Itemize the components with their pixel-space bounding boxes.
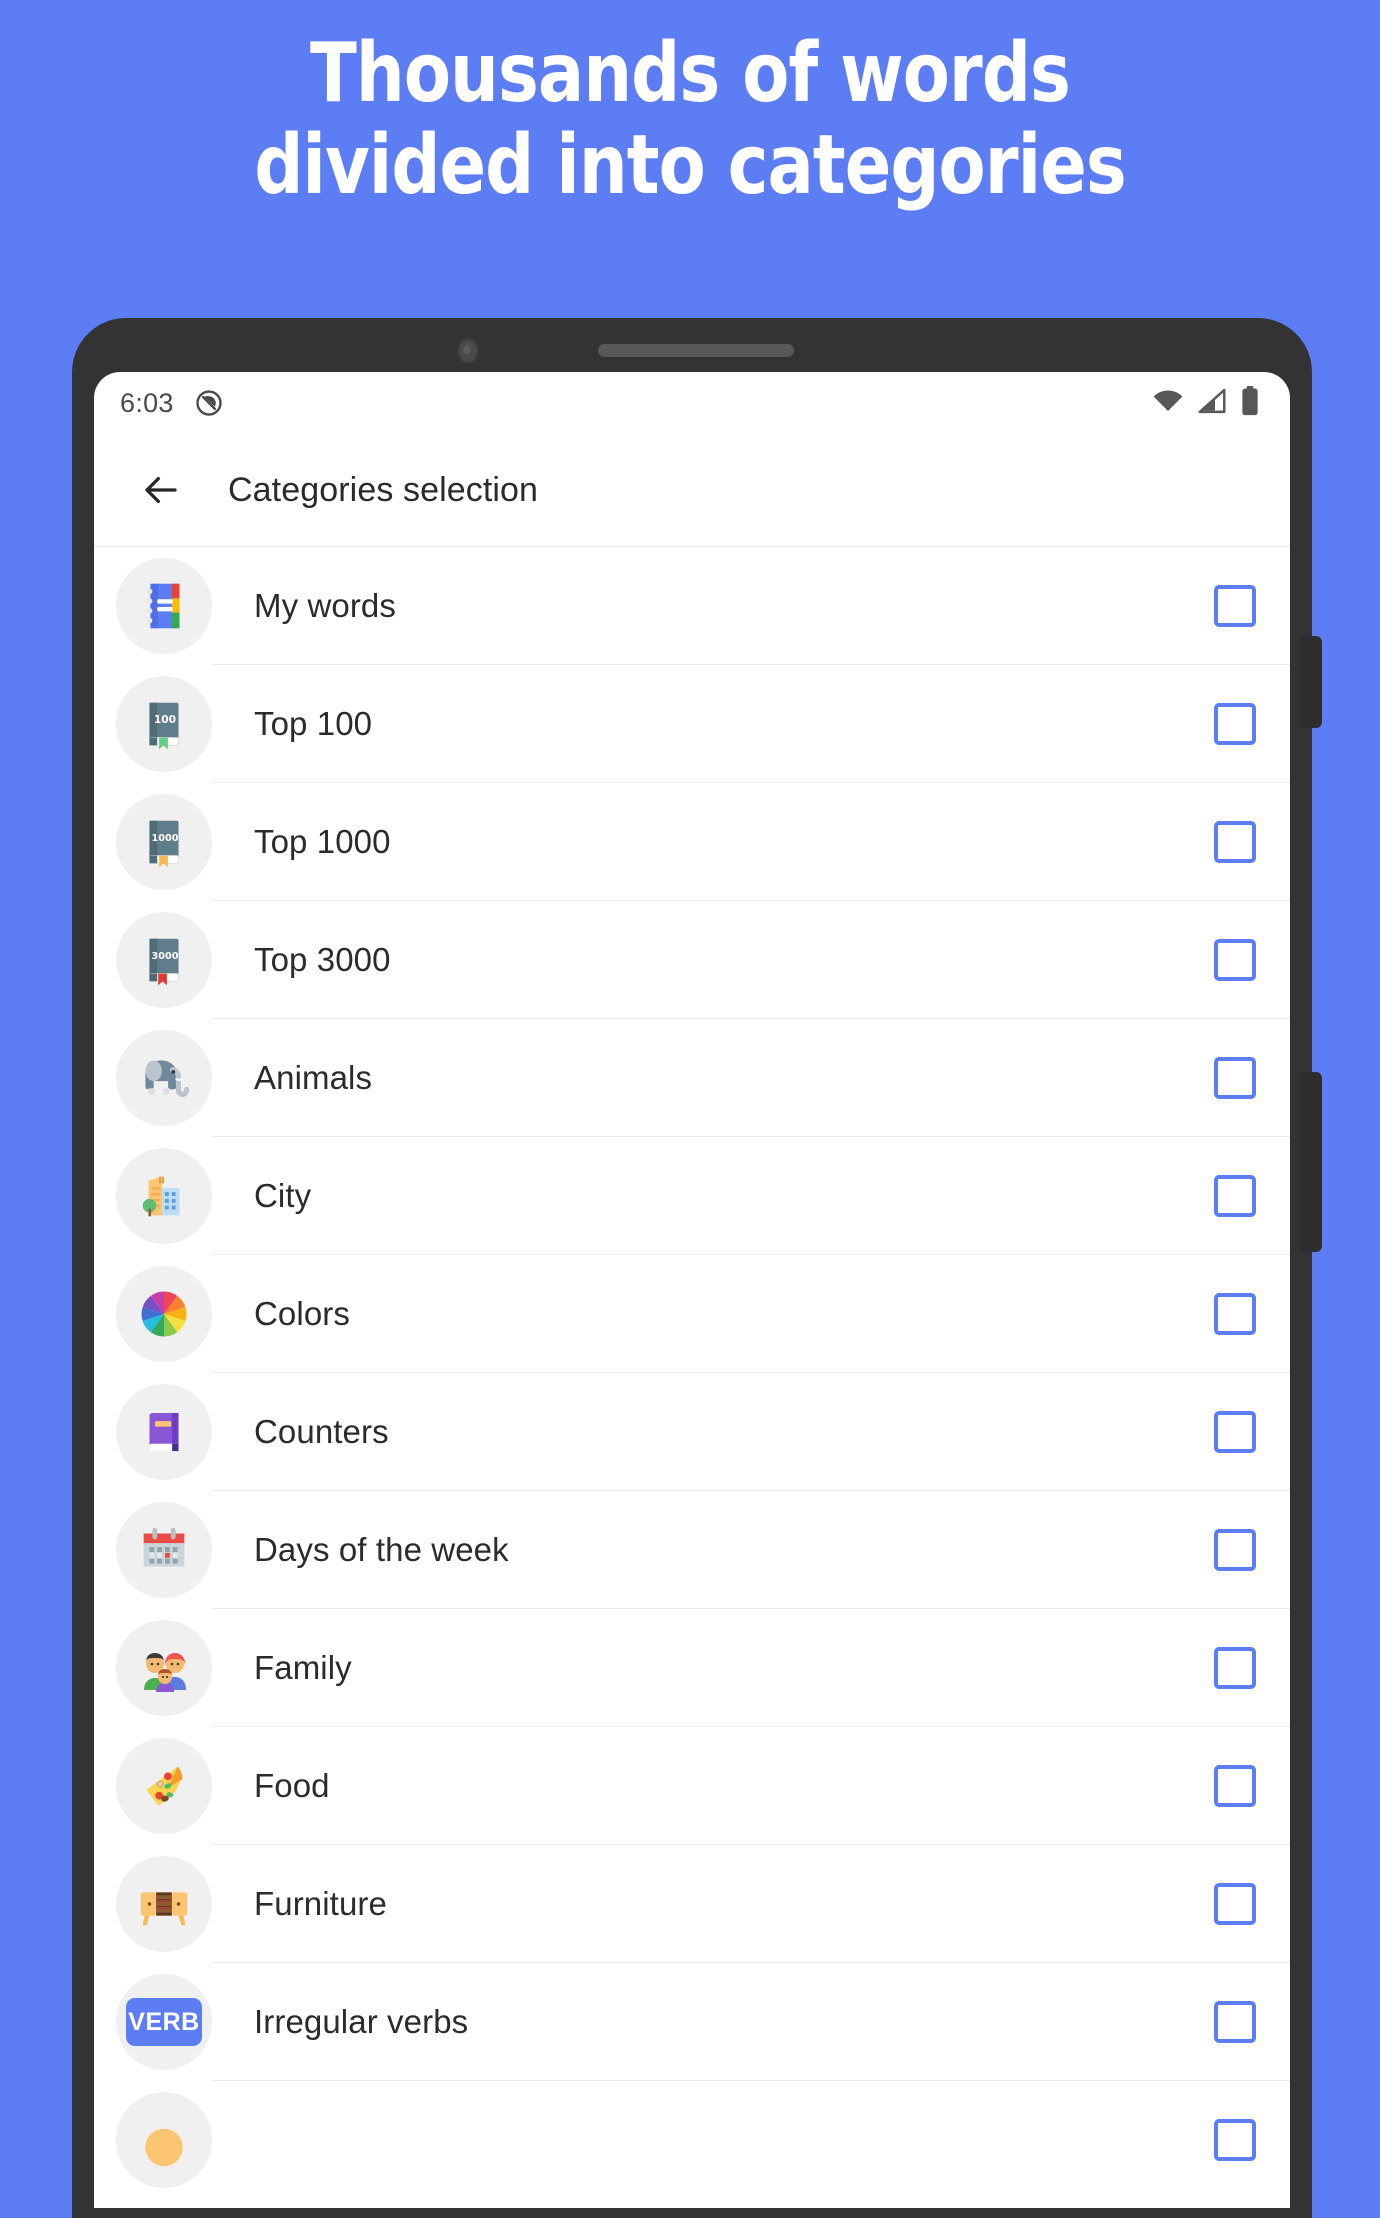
book-100-icon: 100	[116, 676, 212, 772]
headline-line-1: Thousands of words	[310, 26, 1071, 121]
list-item-label: Counters	[254, 1413, 389, 1450]
list-item-checkbox[interactable]	[1214, 585, 1256, 627]
list-item-label: Top 3000	[254, 941, 391, 978]
list-item-label: Days of the week	[254, 1531, 509, 1568]
dresser-icon	[116, 1856, 212, 1952]
list-item[interactable]: VERB Irregular verbs	[94, 1963, 1290, 2081]
list-item-checkbox[interactable]	[1214, 2119, 1256, 2161]
verb-badge-label: VERB	[126, 1998, 202, 2046]
book-label: 1000	[152, 833, 179, 844]
notebook-icon	[116, 558, 212, 654]
list-item[interactable]: 3000 Top 3000	[94, 901, 1290, 1019]
list-item-checkbox[interactable]	[1214, 1411, 1256, 1453]
list-item-label: Animals	[254, 1059, 373, 1096]
list-item-label: My words	[254, 587, 396, 624]
list-item[interactable]: Colors	[94, 1255, 1290, 1373]
list-item-checkbox[interactable]	[1214, 821, 1256, 863]
list-item-checkbox[interactable]	[1214, 939, 1256, 981]
list-item-checkbox[interactable]	[1214, 1765, 1256, 1807]
promo-headline: Thousands of words divided into categori…	[48, 28, 1331, 212]
list-item[interactable]: Family	[94, 1609, 1290, 1727]
list-item[interactable]: My words	[94, 547, 1290, 665]
status-bar: 6:03	[94, 372, 1290, 434]
earpiece-speaker	[598, 344, 794, 357]
verb-badge-icon: VERB	[116, 1974, 212, 2070]
list-item-checkbox[interactable]	[1214, 1529, 1256, 1571]
list-item-checkbox[interactable]	[1214, 2001, 1256, 2043]
list-item-label: Top 100	[254, 705, 373, 742]
list-item-label: Food	[254, 1767, 330, 1804]
list-item[interactable]: 1000 Top 1000	[94, 783, 1290, 901]
list-item-label: Family	[254, 1649, 352, 1686]
do-not-disturb-icon	[194, 388, 224, 418]
list-item-label: Top 1000	[254, 823, 391, 860]
list-item-label: Irregular verbs	[254, 2003, 469, 2040]
list-item-checkbox[interactable]	[1214, 1647, 1256, 1689]
list-item-checkbox[interactable]	[1214, 1883, 1256, 1925]
cityscape-icon	[116, 1148, 212, 1244]
calendar-icon	[116, 1502, 212, 1598]
wifi-icon	[1152, 388, 1184, 419]
list-item[interactable]: City	[94, 1137, 1290, 1255]
book-3000-icon: 3000	[116, 912, 212, 1008]
list-item-checkbox[interactable]	[1214, 1293, 1256, 1335]
front-camera-icon	[457, 338, 479, 364]
book-label: 3000	[152, 951, 179, 962]
family-icon	[116, 1620, 212, 1716]
back-arrow-icon	[145, 476, 177, 504]
back-button[interactable]	[124, 453, 198, 527]
page-title: Categories selection	[228, 470, 539, 509]
list-item[interactable]: Furniture	[94, 1845, 1290, 1963]
status-bar-time: 6:03	[120, 387, 174, 418]
color-wheel-icon	[116, 1266, 212, 1362]
partial-category-icon	[116, 2092, 212, 2188]
list-item[interactable]: 100 Top 100	[94, 665, 1290, 783]
purple-book-icon	[116, 1384, 212, 1480]
cellular-signal-icon	[1197, 388, 1227, 419]
list-item[interactable]: Counters	[94, 1373, 1290, 1491]
list-item-checkbox[interactable]	[1214, 703, 1256, 745]
pizza-icon	[116, 1738, 212, 1834]
battery-icon	[1240, 385, 1260, 421]
phone-screen: 6:03 Categories selection My words 100 T…	[94, 372, 1290, 2208]
elephant-icon	[116, 1030, 212, 1126]
list-item-label: Colors	[254, 1295, 350, 1332]
list-item-label: City	[254, 1177, 312, 1214]
list-item-checkbox[interactable]	[1214, 1057, 1256, 1099]
app-bar: Categories selection	[94, 434, 1290, 546]
list-item-partial[interactable]	[94, 2081, 1290, 2199]
list-item-label: Furniture	[254, 1885, 387, 1922]
list-item-checkbox[interactable]	[1214, 1175, 1256, 1217]
categories-list: My words 100 Top 100 1000 Top 1000 3000 …	[94, 547, 1290, 2199]
phone-volume-button[interactable]	[1300, 1072, 1322, 1252]
book-1000-icon: 1000	[116, 794, 212, 890]
status-bar-icons	[1152, 385, 1260, 421]
list-item[interactable]: Days of the week	[94, 1491, 1290, 1609]
headline-line-2: divided into categories	[254, 117, 1126, 213]
list-item[interactable]: Animals	[94, 1019, 1290, 1137]
book-label: 100	[154, 713, 176, 726]
list-item[interactable]: Food	[94, 1727, 1290, 1845]
phone-power-button[interactable]	[1300, 636, 1322, 728]
